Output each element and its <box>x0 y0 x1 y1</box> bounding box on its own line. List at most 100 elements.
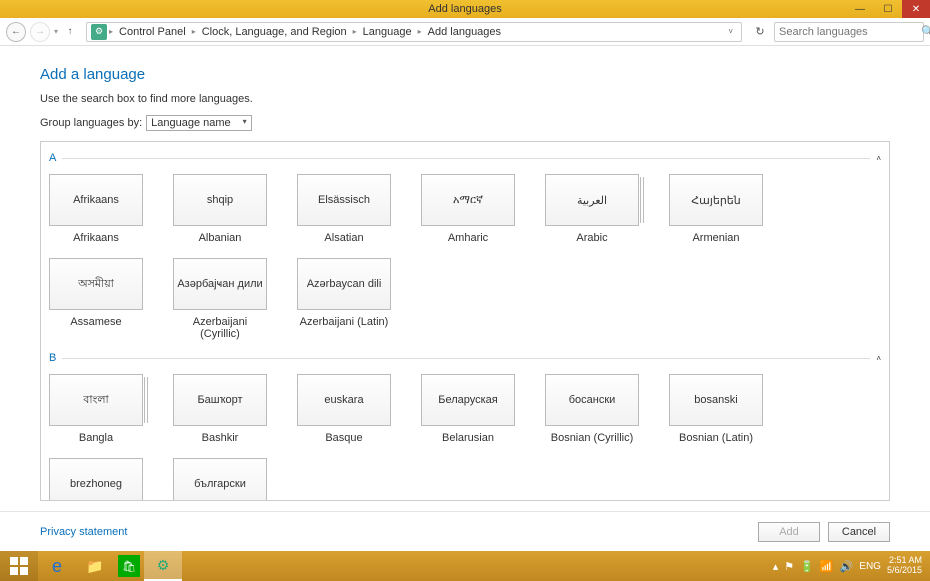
language-tile[interactable]: български <box>173 458 267 501</box>
language-item: brezhonegBreton <box>49 458 143 501</box>
group-header-A[interactable]: A˄ <box>49 152 881 164</box>
language-tile[interactable]: Հայերեն <box>669 174 763 226</box>
language-item: Azərbaycan dili Azerbaijani (Latin) <box>297 258 391 340</box>
language-tile[interactable]: Azərbaycan dili <box>297 258 391 310</box>
start-button[interactable] <box>0 551 38 581</box>
language-grid: AfrikaansAfrikaansshqipAlbanianElsässisc… <box>49 168 881 346</box>
up-button[interactable]: ↑ <box>62 24 78 40</box>
search-box[interactable]: 🔍 <box>774 22 924 42</box>
language-label: Armenian <box>692 232 739 244</box>
maximize-button[interactable]: ☐ <box>874 0 902 18</box>
language-item: العربية Arabic <box>545 174 639 244</box>
crumb-control-panel[interactable]: Control Panel <box>115 26 190 38</box>
footer: Privacy statement Add Cancel <box>0 511 930 551</box>
language-tile[interactable]: বাংলা <box>49 374 143 426</box>
page-title: Add a language <box>40 66 890 83</box>
language-item: বাংলা Bangla <box>49 374 143 444</box>
search-input[interactable] <box>779 26 921 38</box>
collapse-icon[interactable]: ˄ <box>876 154 881 163</box>
language-label: Basque <box>325 432 362 444</box>
language-tile[interactable]: bosanski <box>669 374 763 426</box>
breadcrumb[interactable]: ⚙ ▸ Control Panel ▸ Clock, Language, and… <box>86 22 742 42</box>
collapse-icon[interactable]: ˄ <box>876 354 881 363</box>
language-tile[interactable]: অসমীয়া <box>49 258 143 310</box>
titlebar: Add languages — ☐ ✕ <box>0 0 930 18</box>
language-tile[interactable]: босански <box>545 374 639 426</box>
page-subtitle: Use the search box to find more language… <box>40 93 890 105</box>
chevron-right-icon: ▸ <box>418 27 422 36</box>
control-panel-icon: ⚙ <box>91 24 107 40</box>
cancel-button[interactable]: Cancel <box>828 522 890 542</box>
tray-language[interactable]: ENG <box>859 561 881 572</box>
language-tile[interactable]: shqip <box>173 174 267 226</box>
tray-date: 5/6/2015 <box>887 566 922 576</box>
close-button[interactable]: ✕ <box>902 0 930 18</box>
chevron-right-icon: ▸ <box>192 27 196 36</box>
groupby-row: Group languages by: Language name <box>40 115 890 131</box>
crumb-add-languages[interactable]: Add languages <box>424 26 505 38</box>
group-header-B[interactable]: B˄ <box>49 352 881 364</box>
crumb-language[interactable]: Language <box>359 26 416 38</box>
groupby-label: Group languages by: <box>40 117 142 129</box>
language-label: Albanian <box>199 232 242 244</box>
tray-clock[interactable]: 2:51 AM 5/6/2015 <box>887 556 922 576</box>
crumb-clock-lang-region[interactable]: Clock, Language, and Region <box>198 26 351 38</box>
window-title: Add languages <box>428 3 501 15</box>
language-label: Belarusian <box>442 432 494 444</box>
minimize-button[interactable]: — <box>846 0 874 18</box>
language-tile[interactable]: brezhoneg <box>49 458 143 501</box>
tray-flag-icon[interactable]: ⚑ <box>784 560 794 573</box>
refresh-button[interactable]: ↻ <box>750 22 770 42</box>
language-item: Elsässisch Alsatian <box>297 174 391 244</box>
system-tray: ▴ ⚑ 🔋 📶 🔊 ENG 2:51 AM 5/6/2015 <box>773 556 930 576</box>
language-tile[interactable]: euskara <box>297 374 391 426</box>
language-item: euskara Basque <box>297 374 391 444</box>
language-item: Башҡорт Bashkir <box>173 374 267 444</box>
language-label: Alsatian <box>324 232 363 244</box>
taskbar-app-ie[interactable]: e <box>38 551 76 581</box>
window-controls: — ☐ ✕ <box>846 0 930 18</box>
search-icon: 🔍 <box>921 25 930 38</box>
language-tile[interactable]: Азәрбајҹан дили <box>173 258 267 310</box>
back-button[interactable]: ← <box>6 22 26 42</box>
privacy-link[interactable]: Privacy statement <box>40 526 127 538</box>
forward-button[interactable]: → <box>30 22 50 42</box>
tray-network-icon[interactable]: 📶 <box>820 560 834 573</box>
language-item: българскиBulgarian <box>173 458 267 501</box>
taskbar-app-store[interactable]: 🛍 <box>118 555 140 577</box>
language-label: Arabic <box>576 232 607 244</box>
language-tile[interactable]: Беларуская <box>421 374 515 426</box>
language-tile[interactable]: Afrikaans <box>49 174 143 226</box>
language-item: shqip Albanian <box>173 174 267 244</box>
language-label: Bashkir <box>202 432 239 444</box>
tray-up-icon[interactable]: ▴ <box>773 560 779 573</box>
language-item: አማርኛAmharic <box>421 174 515 244</box>
nav-dropdown-icon[interactable]: ▾ <box>54 27 58 36</box>
language-tile[interactable]: Elsässisch <box>297 174 391 226</box>
language-label: Azerbaijani (Cyrillic) <box>173 316 267 340</box>
language-label: Azerbaijani (Latin) <box>300 316 389 328</box>
language-item: босански Bosnian (Cyrillic) <box>545 374 639 444</box>
tray-volume-icon[interactable]: 🔊 <box>840 560 854 573</box>
language-item: অসমীয়াAssamese <box>49 258 143 340</box>
content: Add a language Use the search box to fin… <box>0 46 930 511</box>
groupby-select[interactable]: Language name <box>146 115 252 131</box>
breadcrumb-dropdown-icon[interactable]: ˅ <box>728 27 737 36</box>
language-label: Bosnian (Cyrillic) <box>551 432 634 444</box>
add-button[interactable]: Add <box>758 522 820 542</box>
taskbar-app-explorer[interactable]: 📁 <box>76 551 114 581</box>
taskbar-app-control-panel[interactable]: ⚙ <box>144 551 182 581</box>
language-item: Азәрбајҹан дили Azerbaijani (Cyrillic) <box>173 258 267 340</box>
group-letter: B <box>49 352 56 364</box>
group-letter: A <box>49 152 56 164</box>
language-item: bosanskiBosnian (Latin) <box>669 374 763 444</box>
group-line <box>62 158 870 159</box>
language-grid: বাংলা Bangla Башҡорт Bashkir euskara Basque Бе… <box>49 368 881 501</box>
chevron-right-icon: ▸ <box>109 27 113 36</box>
language-tile[interactable]: አማርኛ <box>421 174 515 226</box>
language-list-panel[interactable]: A˄AfrikaansAfrikaansshqipAlbanianElsässi… <box>40 141 890 501</box>
language-tile[interactable]: Башҡорт <box>173 374 267 426</box>
tray-battery-icon[interactable]: 🔋 <box>800 560 814 573</box>
language-label: Bangla <box>79 432 113 444</box>
language-tile[interactable]: العربية <box>545 174 639 226</box>
